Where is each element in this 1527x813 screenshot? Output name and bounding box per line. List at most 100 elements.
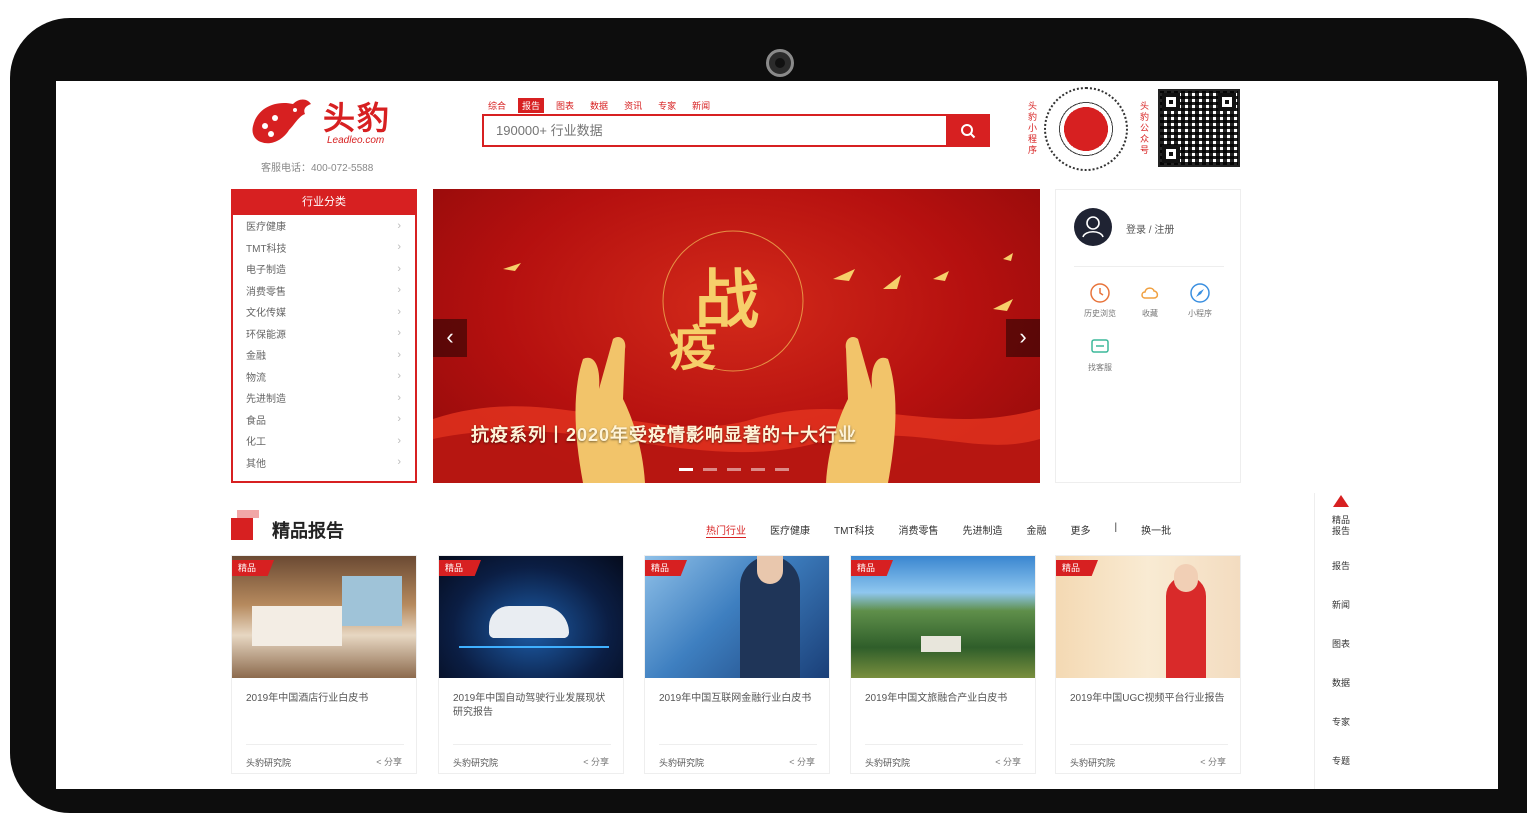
report-card[interactable]: 精品 2019年中国酒店行业白皮书 头豹研究院 < 分享 bbox=[231, 555, 417, 774]
share-icon: < bbox=[789, 757, 795, 767]
tab-category[interactable]: TMT科技 bbox=[834, 522, 875, 538]
section-title: 精品报告 bbox=[272, 521, 344, 541]
search-tab[interactable]: 图表 bbox=[552, 98, 578, 113]
category-item[interactable]: 其他 › bbox=[233, 452, 415, 474]
card-badge: 精品 bbox=[851, 560, 893, 576]
card-title[interactable]: 2019年中国UGC视频平台行业报告 bbox=[1070, 692, 1230, 706]
float-nav-item[interactable]: 数据 bbox=[1315, 678, 1367, 689]
banner-dot[interactable] bbox=[703, 468, 717, 471]
user-icon bbox=[1082, 216, 1104, 238]
card-title[interactable]: 2019年中国文旅融合产业白皮书 bbox=[865, 692, 1025, 706]
leopard-logo-icon bbox=[252, 99, 311, 144]
share-button[interactable]: < 分享 bbox=[1200, 755, 1226, 768]
search-tab[interactable]: 专家 bbox=[654, 98, 680, 113]
report-card[interactable]: 精品 2019年中国互联网金融行业白皮书 头豹研究院 < 分享 bbox=[644, 555, 830, 774]
float-nav-item[interactable]: 图表 bbox=[1315, 639, 1367, 650]
floating-nav: 精品报告 报告 新闻 图表 数据 专家 专题 bbox=[1314, 493, 1366, 789]
screen: 头豹 Leadleo.com 客服电话：400-072-5588 综合 报告 图… bbox=[56, 81, 1498, 789]
chevron-right-icon: › bbox=[397, 391, 401, 404]
search-tabs: 综合 报告 图表 数据 资讯 专家 新闻 bbox=[484, 98, 714, 113]
hero-banner[interactable]: 战 疫 ‹ › 抗疫系列丨2020年受疫情影响显著的十大行业 bbox=[433, 189, 1040, 483]
service-history[interactable]: 历史浏览 bbox=[1080, 282, 1120, 319]
tablet-frame: 头豹 Leadleo.com 客服电话：400-072-5588 综合 报告 图… bbox=[10, 18, 1527, 813]
user-panel: 登录 / 注册 历史浏览 收藏 小程序 找客服 bbox=[1055, 189, 1241, 483]
category-item[interactable]: 先进制造 › bbox=[233, 387, 415, 409]
chevron-right-icon: › bbox=[397, 434, 401, 447]
banner-dot[interactable] bbox=[775, 468, 789, 471]
share-button[interactable]: < 分享 bbox=[583, 755, 609, 768]
service-miniprogram[interactable]: 小程序 bbox=[1180, 282, 1220, 319]
cloud-icon bbox=[1141, 287, 1159, 299]
category-item[interactable]: 消费零售 › bbox=[233, 280, 415, 302]
category-item[interactable]: 食品 › bbox=[233, 409, 415, 431]
category-item[interactable]: 电子制造 › bbox=[233, 258, 415, 280]
category-item[interactable]: TMT科技 › bbox=[233, 237, 415, 259]
float-nav-item[interactable]: 专家 bbox=[1315, 717, 1367, 728]
category-item[interactable]: 金融 › bbox=[233, 344, 415, 366]
tab-hot[interactable]: 热门行业 bbox=[706, 522, 746, 538]
card-badge: 精品 bbox=[439, 560, 481, 576]
share-button[interactable]: < 分享 bbox=[789, 755, 815, 768]
section-tabs: 热门行业 医疗健康 TMT科技 消费零售 先进制造 金融 更多 | 换一批 bbox=[706, 522, 1171, 538]
chevron-right-icon: › bbox=[397, 241, 401, 254]
float-nav-item[interactable]: 报告 bbox=[1315, 561, 1367, 572]
login-register-link[interactable]: 登录 / 注册 bbox=[1126, 221, 1174, 236]
tab-category[interactable]: 消费零售 bbox=[899, 522, 939, 538]
site-logo[interactable]: 头豹 Leadleo.com 客服电话：400-072-5588 bbox=[249, 91, 409, 174]
share-button[interactable]: < 分享 bbox=[376, 755, 402, 768]
card-source: 头豹研究院 bbox=[1070, 758, 1116, 768]
banner-prev-button[interactable]: ‹ bbox=[433, 319, 467, 357]
float-nav-item[interactable]: 专题 bbox=[1315, 756, 1367, 767]
card-title[interactable]: 2019年中国自动驾驶行业发展现状研究报告 bbox=[453, 692, 613, 720]
search-tab-active[interactable]: 报告 bbox=[518, 98, 545, 113]
divider bbox=[1074, 266, 1224, 267]
banner-dot[interactable] bbox=[751, 468, 765, 471]
tab-category[interactable]: 先进制造 bbox=[963, 522, 1003, 538]
section-marker bbox=[231, 510, 259, 540]
card-title[interactable]: 2019年中国互联网金融行业白皮书 bbox=[659, 692, 819, 706]
search-input[interactable] bbox=[484, 116, 948, 145]
refresh-batch-link[interactable]: 换一批 bbox=[1141, 522, 1171, 538]
share-button[interactable]: < 分享 bbox=[995, 755, 1021, 768]
qr-official-label: 头豹公众号 bbox=[1140, 101, 1150, 155]
category-title: 行业分类 bbox=[233, 189, 415, 215]
search-tab[interactable]: 数据 bbox=[586, 98, 612, 113]
banner-dot[interactable] bbox=[727, 468, 741, 471]
card-badge: 精品 bbox=[1056, 560, 1098, 576]
banner-dot[interactable] bbox=[679, 468, 693, 471]
chevron-right-icon: › bbox=[397, 456, 401, 469]
tab-category[interactable]: 医疗健康 bbox=[770, 522, 810, 538]
category-item[interactable]: 医疗健康 › bbox=[233, 215, 415, 237]
card-title[interactable]: 2019年中国酒店行业白皮书 bbox=[246, 692, 406, 706]
share-icon: < bbox=[1200, 757, 1206, 767]
tab-category[interactable]: 金融 bbox=[1027, 522, 1047, 538]
category-item[interactable]: 文化传媒 › bbox=[233, 301, 415, 323]
avatar[interactable] bbox=[1074, 208, 1112, 246]
report-card[interactable]: 精品 2019年中国UGC视频平台行业报告 头豹研究院 < 分享 bbox=[1055, 555, 1241, 774]
search-bar bbox=[482, 114, 990, 147]
search-button[interactable] bbox=[946, 114, 990, 147]
service-favorites[interactable]: 收藏 bbox=[1130, 282, 1170, 319]
chevron-right-icon: › bbox=[397, 413, 401, 426]
report-card[interactable]: 精品 2019年中国自动驾驶行业发展现状研究报告 头豹研究院 < 分享 bbox=[438, 555, 624, 774]
category-item[interactable]: 环保能源 › bbox=[233, 323, 415, 345]
search-tab[interactable]: 资讯 bbox=[620, 98, 646, 113]
banner-caption: 抗疫系列丨2020年受疫情影响显著的十大行业 bbox=[471, 425, 858, 445]
category-item[interactable]: 化工 › bbox=[233, 430, 415, 452]
clock-icon bbox=[1090, 283, 1110, 303]
logo-mini-icon bbox=[1333, 495, 1349, 507]
miniprogram-qr-code bbox=[1044, 87, 1128, 171]
banner-pagination bbox=[679, 468, 789, 471]
tab-separator: | bbox=[1114, 522, 1118, 533]
banner-next-button[interactable]: › bbox=[1006, 319, 1040, 357]
search-tab[interactable]: 新闻 bbox=[688, 98, 714, 113]
tab-more[interactable]: 更多 bbox=[1071, 522, 1091, 538]
card-badge: 精品 bbox=[232, 560, 274, 576]
service-support[interactable]: 找客服 bbox=[1080, 336, 1120, 373]
search-tab[interactable]: 综合 bbox=[484, 98, 510, 113]
category-item[interactable]: 物流 › bbox=[233, 366, 415, 388]
float-nav-item[interactable]: 新闻 bbox=[1315, 600, 1367, 611]
float-nav-item[interactable]: 精品报告 bbox=[1315, 515, 1367, 537]
report-card[interactable]: 精品 2019年中国文旅融合产业白皮书 头豹研究院 < 分享 bbox=[850, 555, 1036, 774]
share-icon: < bbox=[376, 757, 382, 767]
